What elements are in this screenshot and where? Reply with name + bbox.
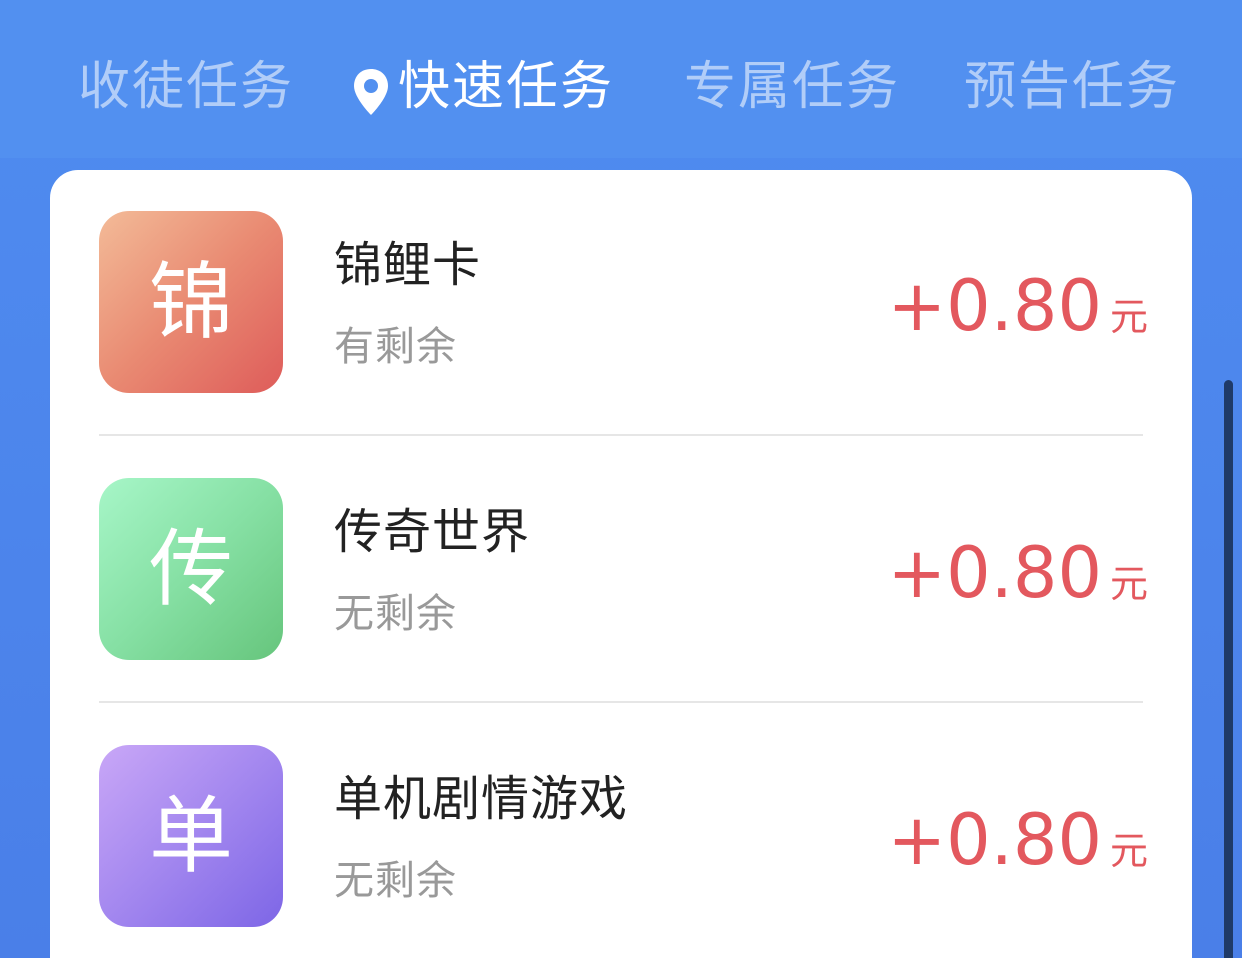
task-reward: +0.80 元: [887, 533, 1148, 613]
app-icon: 传: [99, 478, 283, 660]
tab-exclusive-tasks[interactable]: 专属任务: [684, 52, 900, 122]
reward-unit: 元: [1109, 562, 1148, 606]
tab-apprentice-tasks[interactable]: 收徒任务: [78, 52, 294, 122]
row-divider: [99, 701, 1143, 703]
task-status: 有剩余: [334, 324, 457, 370]
task-status: 无剩余: [334, 858, 457, 904]
reward-unit: 元: [1109, 829, 1148, 873]
app-icon: 单: [99, 745, 283, 927]
tab-label: 收徒任务: [78, 57, 295, 117]
task-status: 无剩余: [334, 591, 457, 637]
reward-amount: +0.80: [887, 799, 1102, 881]
reward-amount: +0.80: [887, 265, 1102, 347]
tab-label: 快速任务: [398, 57, 615, 117]
reward-unit: 元: [1109, 295, 1148, 339]
location-pin-icon: [352, 64, 390, 134]
tab-preview-tasks[interactable]: 预告任务: [964, 52, 1180, 122]
task-tab-bar: 收徒任务 快速任务 专属任务 预告任务: [0, 0, 1242, 158]
task-name: 传奇世界: [334, 504, 531, 560]
reward-amount: +0.80: [887, 532, 1102, 614]
task-row[interactable]: 传 传奇世界 无剩余 +0.80 元: [50, 437, 1192, 704]
task-reward: +0.80 元: [887, 266, 1148, 346]
row-divider: [99, 434, 1143, 436]
scrollbar[interactable]: [1224, 380, 1233, 958]
task-row[interactable]: 锦 锦鲤卡 有剩余 +0.80 元: [50, 170, 1192, 437]
task-name: 锦鲤卡: [334, 237, 482, 293]
task-name: 单机剧情游戏: [334, 771, 629, 827]
tab-label: 预告任务: [964, 57, 1181, 117]
task-list-card: 锦 锦鲤卡 有剩余 +0.80 元 传 传奇世界 无剩余 +0.80 元 单 单机剧…: [50, 170, 1192, 958]
tab-label: 专属任务: [684, 57, 901, 117]
app-icon: 锦: [99, 211, 283, 393]
task-row[interactable]: 单 单机剧情游戏 无剩余 +0.80 元: [50, 704, 1192, 958]
tab-quick-tasks[interactable]: 快速任务: [352, 52, 614, 122]
task-reward: +0.80 元: [887, 800, 1148, 880]
